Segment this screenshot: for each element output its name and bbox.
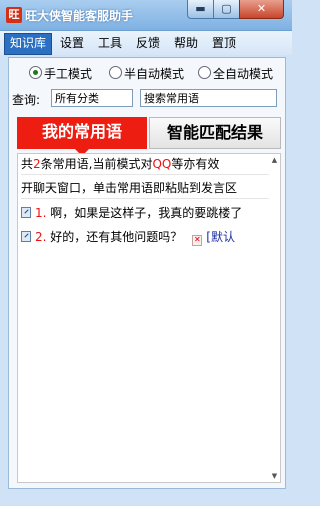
phrase-index: 1. [35,206,47,220]
main-panel: 手工模式 半自动模式 全自动模式 查询: 所有分类 搜索常用语 我的常用语 智能… [8,57,286,489]
maximize-button[interactable]: ▢ [213,0,240,19]
count-tail: 等亦有效 [171,157,220,171]
mode-selector: 手工模式 半自动模式 全自动模式 [9,65,285,83]
mode-semi-auto-label: 半自动模式 [124,67,185,81]
radio-dot [29,66,42,79]
menu-help[interactable]: 帮助 [169,33,203,53]
default-category-link[interactable]: [默认 [206,230,235,244]
phrase-list: 共2条常用语,当前模式对QQ等亦有效 开聊天窗口，单击常用语即粘贴到发言区 1.… [17,153,281,483]
status-bar [0,491,292,506]
mode-full-auto-label: 全自动模式 [213,67,274,81]
mode-full-auto-radio[interactable]: 全自动模式 [198,65,273,83]
phrase-count: 2 [33,157,41,171]
minimize-button[interactable]: ▬ [187,0,214,19]
edit-icon[interactable] [21,231,31,242]
category-select[interactable]: 所有分类 [51,89,133,107]
menu-feedback[interactable]: 反馈 [131,33,165,53]
tab-bar: 我的常用语 智能匹配结果 [17,117,281,156]
query-label: 查询: [12,93,41,107]
phrase-count-info: 共2条常用语,当前模式对QQ等亦有效 [21,154,269,175]
tab-smart-match[interactable]: 智能匹配结果 [149,117,281,149]
count-prefix: 共 [21,157,34,171]
title-bar: 旺 旺大侠智能客服助手 ▬ ▢ ✕ [0,0,292,31]
app-logo-icon: 旺 [6,7,22,23]
menu-tools[interactable]: 工具 [93,33,127,53]
list-item[interactable]: 2. 好的，还有其他问题吗？ ✕ [默认 [21,226,271,248]
tab-my-phrases[interactable]: 我的常用语 [17,117,147,156]
search-input[interactable]: 搜索常用语 [140,89,277,107]
edit-icon[interactable] [21,207,31,218]
phrase-text: 好的，还有其他问题吗？ [50,230,183,244]
phrase-index: 2. [35,230,47,244]
mode-manual-radio[interactable]: 手工模式 [29,65,92,83]
menu-knowledge-base[interactable]: 知识库 [4,33,53,55]
menu-pin-top[interactable]: 置顶 [207,33,241,53]
count-suffix: 条常用语,当前模式对 [40,157,153,171]
qq-label: QQ [152,157,172,171]
delete-icon[interactable]: ✕ [192,235,203,246]
window-title: 旺大侠智能客服助手 [25,9,134,23]
list-item[interactable]: 1. 啊，如果是这样子，我真的要跳楼了 [21,202,271,224]
query-row: 查询: 所有分类 搜索常用语 [9,89,285,109]
mode-manual-label: 手工模式 [44,67,93,81]
menu-bar: 知识库 设置 工具 反馈 帮助 置顶 [0,31,292,55]
scroll-up-icon[interactable]: ▲ [269,154,280,166]
scroll-down-icon[interactable]: ▼ [269,470,280,482]
radio-dot [198,66,211,79]
phrase-text: 啊，如果是这样子，我真的要跳楼了 [50,206,243,220]
mode-semi-auto-radio[interactable]: 半自动模式 [109,65,184,83]
usage-hint: 开聊天窗口，单击常用语即粘贴到发言区 [21,178,269,199]
close-button[interactable]: ✕ [239,0,284,19]
radio-dot [109,66,122,79]
menu-settings[interactable]: 设置 [55,33,89,53]
